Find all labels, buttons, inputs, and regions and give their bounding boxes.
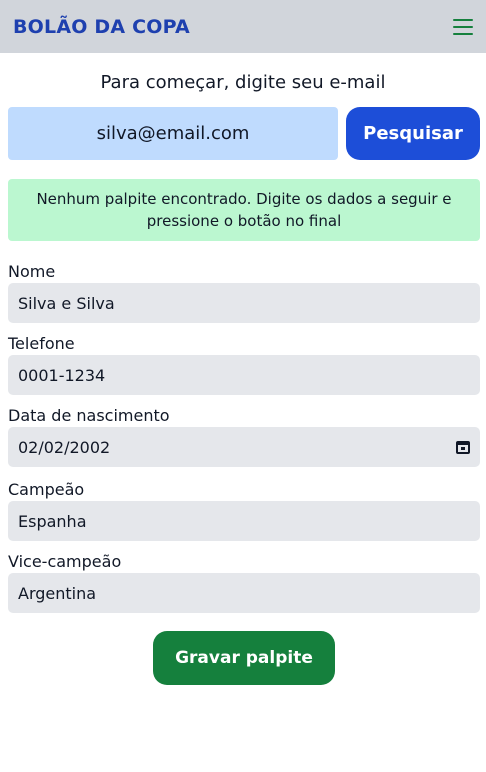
- name-label: Nome: [8, 262, 56, 281]
- phone-value: 0001-1234: [18, 365, 106, 385]
- calendar-icon[interactable]: [456, 440, 470, 454]
- phone-field[interactable]: 0001-1234: [8, 355, 480, 395]
- hamburger-bar: [453, 32, 473, 35]
- phone-label: Telefone: [8, 334, 75, 353]
- hamburger-bar: [453, 18, 473, 21]
- app-header: BOLÃO DA COPA: [0, 0, 486, 53]
- champion-field[interactable]: Espanha: [8, 501, 480, 541]
- birthdate-label: Data de nascimento: [8, 406, 170, 425]
- hamburger-menu-icon[interactable]: [453, 18, 473, 35]
- runner-up-field[interactable]: Argentina: [8, 573, 480, 613]
- runner-up-label: Vice-campeão: [8, 552, 122, 571]
- search-button[interactable]: Pesquisar: [346, 107, 480, 160]
- runner-up-value: Argentina: [18, 583, 97, 603]
- champion-label: Campeão: [8, 480, 85, 499]
- name-value: Silva e Silva: [18, 293, 115, 313]
- champion-value: Espanha: [18, 511, 87, 531]
- no-guess-notice: Nenhum palpite encontrado. Digite os dad…: [8, 179, 480, 241]
- search-prompt: Para começar, digite seu e-mail: [100, 72, 386, 93]
- name-field[interactable]: Silva e Silva: [8, 283, 480, 323]
- birthdate-field[interactable]: 02/02/2002: [8, 427, 480, 467]
- brand-title[interactable]: BOLÃO DA COPA: [13, 16, 190, 38]
- submit-guess-button[interactable]: Gravar palpite: [153, 631, 335, 685]
- hamburger-bar: [453, 25, 473, 28]
- birthdate-value: 02/02/2002: [18, 437, 111, 457]
- email-search-input[interactable]: silva@email.com: [8, 107, 338, 160]
